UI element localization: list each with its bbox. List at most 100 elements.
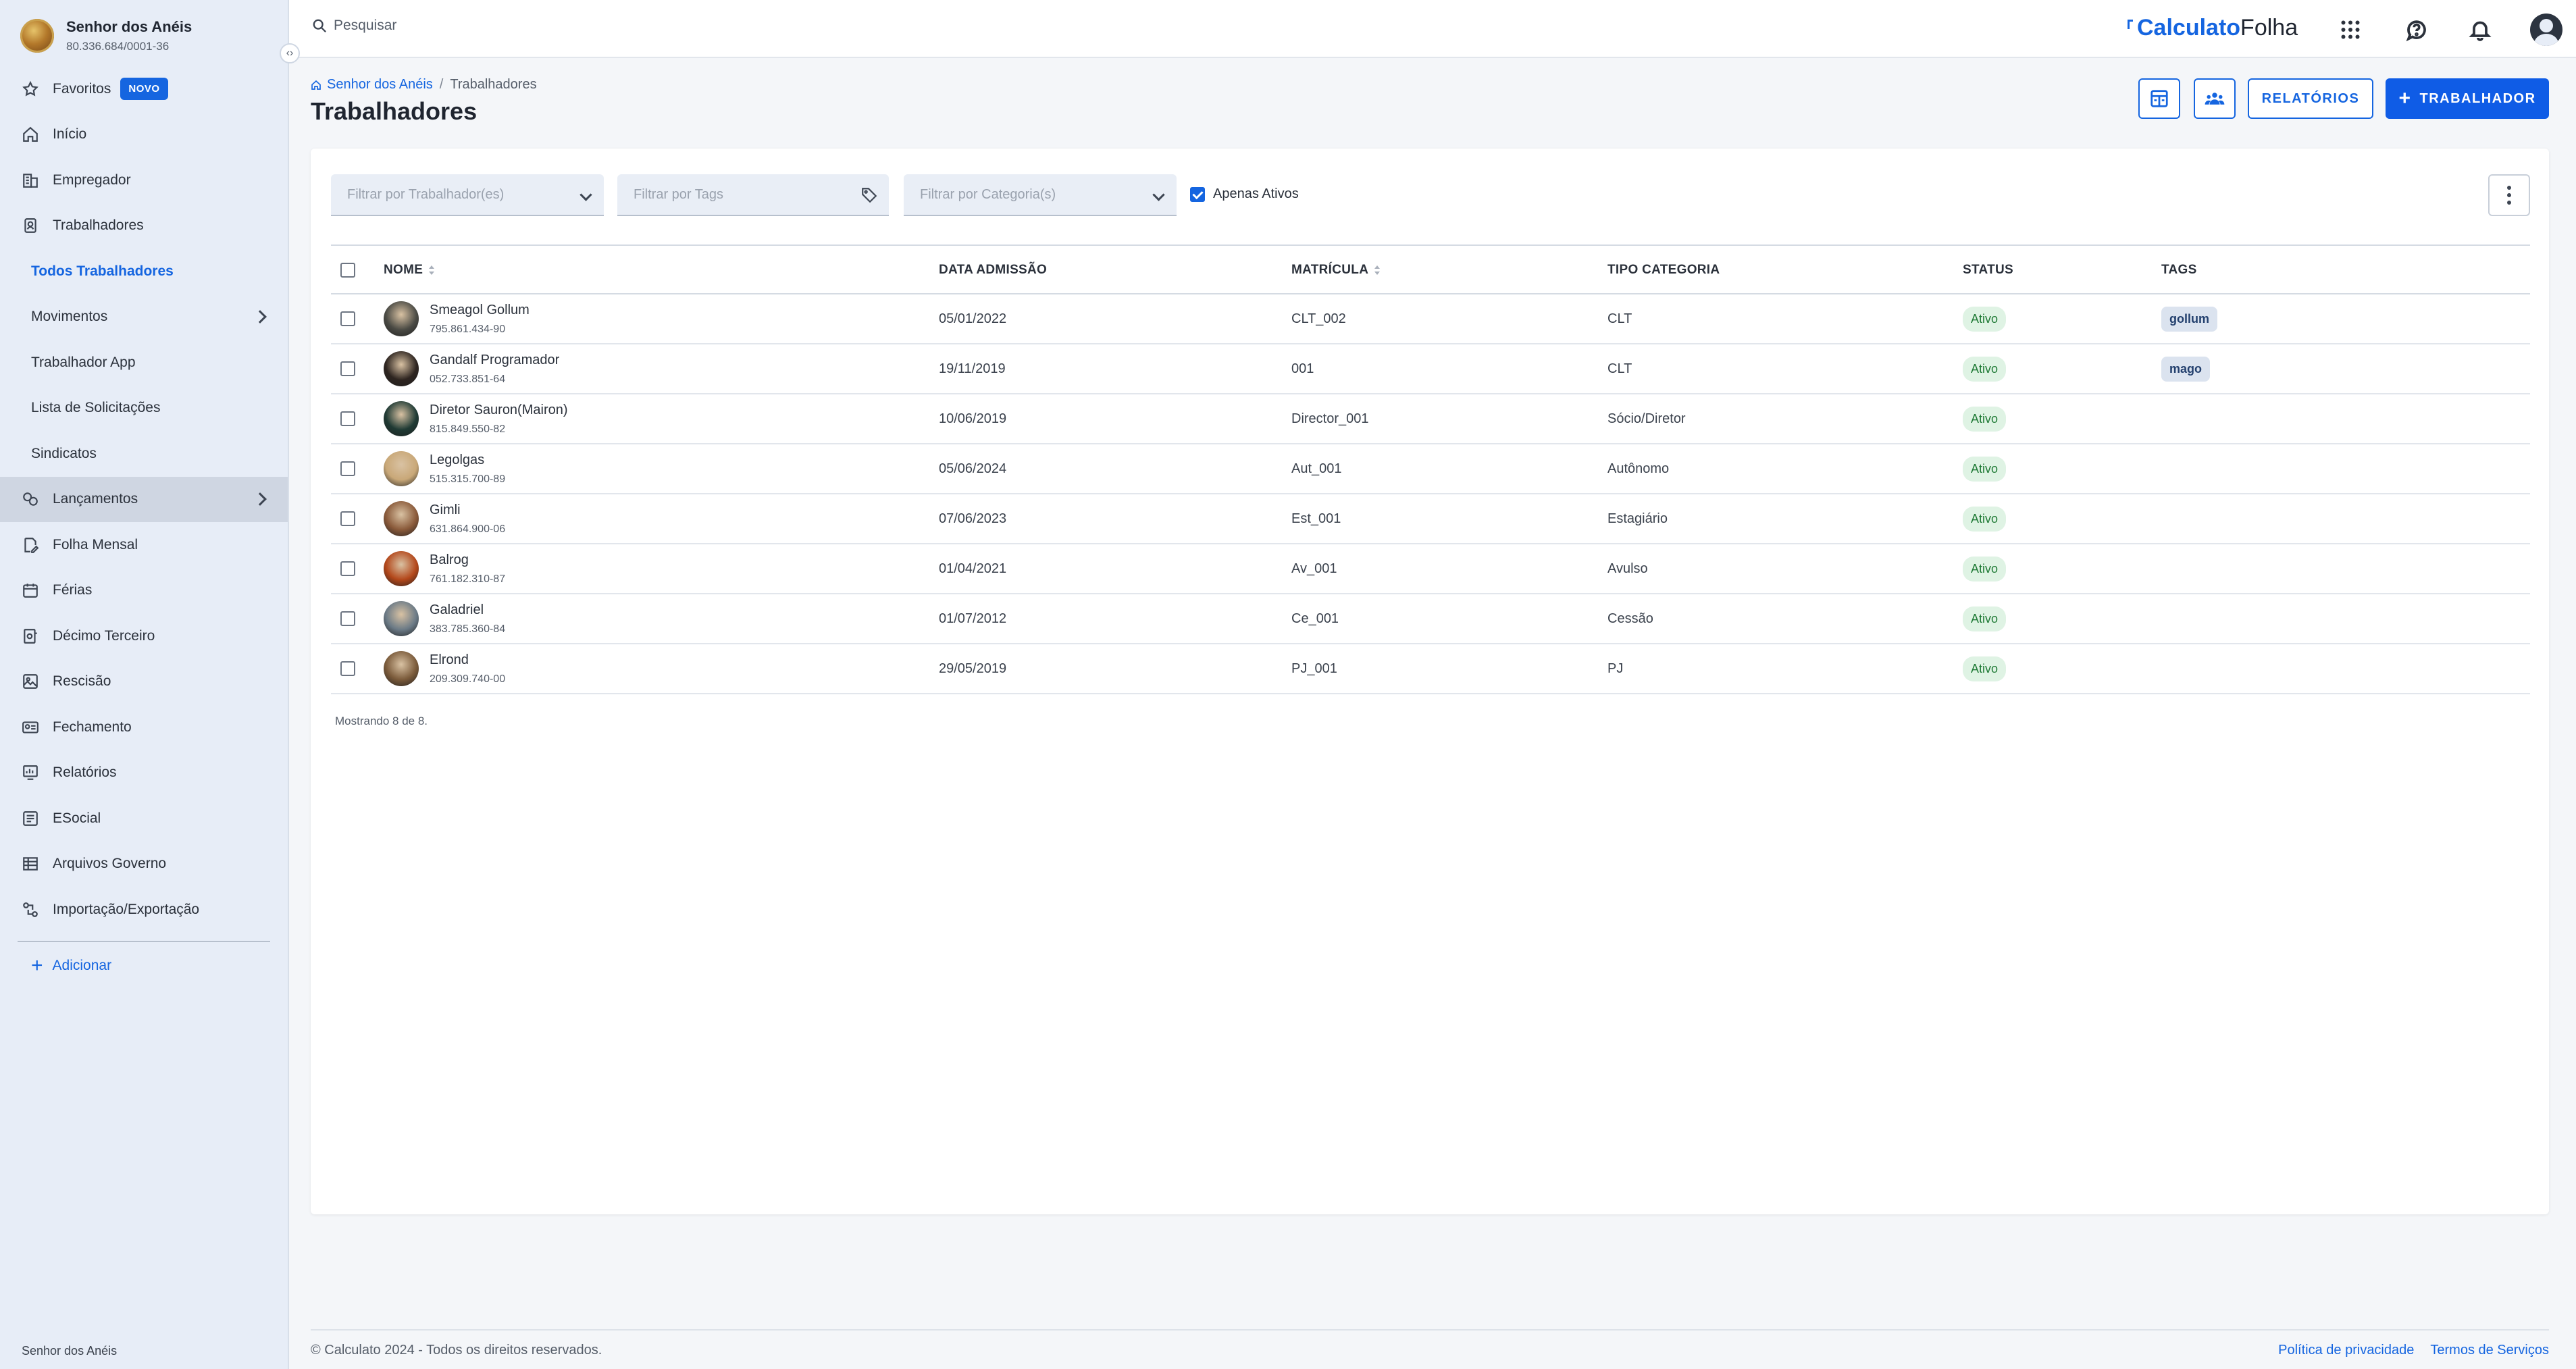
sidebar-item-label: Folha Mensal — [53, 536, 138, 552]
tag-badge[interactable]: gollum — [2161, 306, 2217, 332]
col-header-category: TIPO CATEGORIA — [1607, 263, 1720, 277]
category-type: CLT — [1607, 311, 1632, 326]
tag-badge[interactable]: mago — [2161, 356, 2211, 382]
checkbox-checked-icon[interactable] — [1190, 186, 1205, 202]
company-switcher[interactable]: Senhor dos Anéis 80.336.684/0001-36 — [20, 15, 192, 57]
more-vert-dot — [2507, 193, 2511, 197]
col-header-registration[interactable]: MATRÍCULA — [1291, 246, 1381, 294]
table-row[interactable]: Galadriel 383.785.360-84 01/07/2012 Ce_001 C… — [331, 594, 2530, 644]
row-checkbox[interactable] — [340, 544, 355, 593]
breadcrumb-root-link[interactable]: Senhor dos Anéis — [311, 77, 433, 93]
user-avatar[interactable] — [2530, 14, 2562, 46]
col-header-tags: TAGS — [2161, 263, 2197, 277]
row-checkbox[interactable] — [340, 444, 355, 493]
apps-grid-icon[interactable] — [2336, 15, 2365, 45]
terms-of-service-link[interactable]: Termos de Serviços — [2430, 1343, 2549, 1358]
only-active-checkbox[interactable]: Apenas Ativos — [1190, 186, 1299, 202]
table-row[interactable]: Diretor Sauron(Mairon) 815.849.550-82 10/0… — [331, 394, 2530, 444]
sidebar-item-label: Favoritos — [53, 80, 111, 97]
sidebar-item-inicio[interactable]: Início — [0, 112, 288, 158]
worker-avatar — [384, 401, 419, 436]
filter-tags-input[interactable]: Filtrar por Tags — [617, 174, 889, 216]
sidebar-item-todos-trabalhadores[interactable]: Todos Trabalhadores — [0, 249, 288, 294]
sidebar-item-lancamentos[interactable]: Lançamentos — [0, 476, 288, 522]
worker-cell[interactable]: Legolgas 515.315.700-89 — [384, 444, 505, 493]
sidebar-item-rescisao[interactable]: Rescisão — [0, 659, 288, 705]
sidebar-add-button[interactable]: + Adicionar — [0, 942, 288, 989]
add-worker-button[interactable]: + TRABALHADOR — [2386, 78, 2549, 119]
worker-cell[interactable]: Galadriel 383.785.360-84 — [384, 594, 505, 643]
sidebar-item-importacao-exportacao[interactable]: Importação/Exportação — [0, 887, 288, 933]
row-checkbox[interactable] — [340, 344, 355, 393]
worker-cell[interactable]: Gimli 631.864.900-06 — [384, 494, 505, 543]
sort-icon — [1374, 265, 1381, 276]
plus-icon: + — [31, 954, 43, 977]
row-checkbox[interactable] — [340, 294, 355, 343]
row-checkbox[interactable] — [340, 644, 355, 693]
tag-icon — [860, 186, 878, 208]
sidebar-item-folha-mensal[interactable]: Folha Mensal — [0, 522, 288, 568]
new-badge: NOVO — [120, 78, 168, 101]
worker-cell[interactable]: Gandalf Programador 052.733.851-64 — [384, 344, 559, 393]
table-row[interactable]: Legolgas 515.315.700-89 05/06/2024 Aut_001 A… — [331, 444, 2530, 494]
breadcrumb-separator: / — [439, 77, 444, 92]
sidebar-item-trabalhador-app[interactable]: Trabalhador App — [0, 340, 288, 386]
workers-table: NOME DATA ADMISSÃO MATRÍCULA TIPO CATEGO… — [331, 244, 2530, 694]
notifications-bell-icon[interactable] — [2465, 15, 2495, 45]
worker-avatar — [384, 451, 419, 486]
sidebar-item-lista-de-solicitacoes[interactable]: Lista de Solicitações — [0, 386, 288, 432]
edit-doc-icon — [22, 536, 39, 554]
more-options-button[interactable] — [2488, 174, 2530, 216]
sidebar-item-arquivos-governo[interactable]: Arquivos Governo — [0, 842, 288, 887]
row-checkbox[interactable] — [340, 394, 355, 443]
filter-workers-select[interactable]: Filtrar por Trabalhador(es) — [331, 174, 604, 216]
table-row[interactable]: Gandalf Programador 052.733.851-64 19/11/2… — [331, 344, 2530, 394]
admission-date: 29/05/2019 — [939, 661, 1007, 676]
sidebar-item-relatorios[interactable]: Relatórios — [0, 750, 288, 796]
groups-button[interactable] — [2194, 78, 2236, 119]
chevron-right-icon — [253, 492, 267, 507]
select-all-checkbox[interactable] — [340, 246, 355, 294]
sidebar-item-decimo-terceiro[interactable]: Décimo Terceiro — [0, 613, 288, 659]
sidebar-item-fechamento[interactable]: Fechamento — [0, 704, 288, 750]
brand-logo[interactable]: Calculato Folha — [2128, 15, 2298, 41]
sidebar-item-movimentos[interactable]: Movimentos — [0, 294, 288, 340]
worker-cell[interactable]: Balrog 761.182.310-87 — [384, 544, 505, 593]
building-icon — [22, 172, 39, 189]
sidebar-item-favoritos[interactable]: Favoritos NOVO — [0, 66, 288, 112]
sidebar-collapse-toggle[interactable]: ‹› — [280, 43, 300, 63]
chevron-down-icon — [579, 188, 592, 201]
sidebar-item-trabalhadores[interactable]: Trabalhadores — [0, 203, 288, 249]
table-row[interactable]: Balrog 761.182.310-87 01/04/2021 Av_001 Avul… — [331, 544, 2530, 594]
table-row[interactable]: Elrond 209.309.740-00 29/05/2019 PJ_001 PJ At… — [331, 644, 2530, 694]
worker-cell[interactable]: Elrond 209.309.740-00 — [384, 644, 505, 693]
table-row[interactable]: Smeagol Gollum 795.861.434-90 05/01/2022 CL… — [331, 294, 2530, 344]
row-checkbox[interactable] — [340, 494, 355, 543]
help-icon[interactable] — [2402, 15, 2431, 45]
chevron-right-icon — [253, 310, 267, 324]
sidebar-item-sindicatos[interactable]: Sindicatos — [0, 431, 288, 477]
sidebar-item-empregador[interactable]: Empregador — [0, 157, 288, 203]
status-badge: Ativo — [1963, 306, 2007, 332]
worker-cell[interactable]: Diretor Sauron(Mairon) 815.849.550-82 — [384, 394, 568, 443]
search-input[interactable]: Pesquisar — [312, 18, 396, 34]
sidebar-item-esocial[interactable]: ESocial — [0, 796, 288, 842]
worker-cell[interactable]: Smeagol Gollum 795.861.434-90 — [384, 294, 530, 343]
filter-category-select[interactable]: Filtrar por Categoria(s) — [904, 174, 1177, 216]
admission-date: 01/07/2012 — [939, 611, 1007, 626]
col-header-status: STATUS — [1963, 263, 2013, 277]
col-header-name[interactable]: NOME — [384, 246, 435, 294]
dashboard-view-button[interactable] — [2138, 78, 2180, 119]
table-row[interactable]: Gimli 631.864.900-06 07/06/2023 Est_001 Esta… — [331, 494, 2530, 544]
privacy-policy-link[interactable]: Política de privacidade — [2278, 1343, 2414, 1358]
reports-button[interactable]: RELATÓRIOS — [2248, 78, 2373, 119]
copyright-text: © Calculato 2024 - Todos os direitos res… — [311, 1343, 602, 1358]
worker-name: Diretor Sauron(Mairon) — [430, 402, 568, 417]
row-checkbox[interactable] — [340, 594, 355, 643]
sidebar-item-label: Todos Trabalhadores — [31, 263, 174, 279]
sidebar-item-ferias[interactable]: Férias — [0, 568, 288, 614]
more-vert-dot — [2507, 201, 2511, 205]
worker-cpf: 515.315.700-89 — [430, 473, 506, 485]
category-type: Avulso — [1607, 561, 1648, 576]
col-header-admission: DATA ADMISSÃO — [939, 263, 1048, 277]
